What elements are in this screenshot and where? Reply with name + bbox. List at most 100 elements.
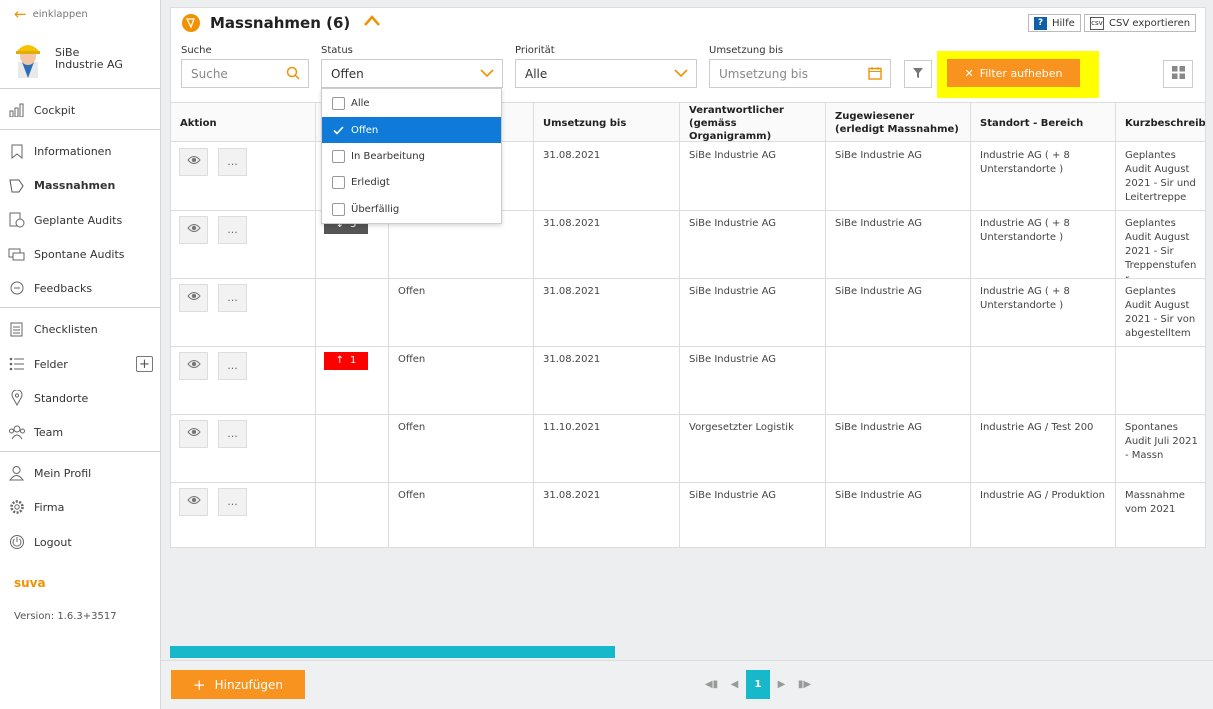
more-button[interactable]: ...: [218, 352, 247, 380]
divider: [0, 451, 160, 452]
status-option-alle[interactable]: Alle: [322, 90, 501, 116]
priority-cell: [316, 279, 389, 346]
feedback-icon: [8, 280, 25, 297]
filter-icon: [912, 67, 924, 82]
eye-icon: [186, 427, 201, 442]
sidebar-item-geplante-audits[interactable]: Geplante Audits: [8, 209, 153, 231]
checkbox[interactable]: [332, 175, 345, 189]
grid-icon: [1171, 66, 1185, 82]
sidebar-item-team[interactable]: Team: [8, 421, 153, 443]
check-icon[interactable]: [332, 125, 345, 135]
grid-view-button[interactable]: [1163, 60, 1193, 88]
sidebar-item-felder[interactable]: Felder +: [8, 353, 153, 375]
view-button[interactable]: [179, 148, 208, 176]
column-header-due[interactable]: Umsetzung bis: [534, 103, 680, 143]
view-button[interactable]: [179, 488, 208, 516]
last-page-icon[interactable]: ▮▶: [793, 670, 816, 699]
column-header-responsible[interactable]: Verantwortlicher (gemäss Organigramm): [680, 103, 826, 143]
user-company: Industrie AG: [55, 58, 123, 71]
column-header-aktion[interactable]: Aktion: [171, 103, 316, 143]
view-button[interactable]: [179, 284, 208, 312]
checkbox[interactable]: [332, 96, 345, 110]
more-button[interactable]: ...: [218, 420, 247, 448]
checkbox[interactable]: [332, 149, 345, 163]
sidebar-item-mein-profil[interactable]: Mein Profil: [8, 462, 153, 484]
location-cell: Industrie AG / Test 200: [971, 415, 1116, 482]
csv-label: CSV exportieren: [1109, 17, 1191, 29]
sidebar-item-massnahmen[interactable]: Massnahmen: [8, 174, 153, 196]
description-cell: Geplantes Audit August 2021 - Sir Treppe…: [1125, 218, 1197, 278]
status-option-erledigt[interactable]: Erledigt: [322, 169, 501, 195]
sidebar-item-feedbacks[interactable]: Feedbacks: [8, 277, 153, 299]
status-option-ueberfaellig[interactable]: Überfällig: [322, 196, 501, 222]
sidebar-item-label: Firma: [34, 500, 65, 514]
next-page-icon[interactable]: ▶: [770, 670, 793, 699]
help-button[interactable]: ? Hilfe: [1028, 14, 1081, 32]
person-icon: [8, 465, 25, 482]
more-button[interactable]: ...: [218, 148, 247, 176]
add-field-icon[interactable]: +: [136, 356, 153, 372]
checkbox[interactable]: [332, 202, 345, 216]
search-icon: [286, 66, 300, 80]
sidebar-item-checklisten[interactable]: Checklisten: [8, 318, 153, 340]
view-button[interactable]: [179, 420, 208, 448]
sidebar-item-label: Felder: [34, 357, 68, 371]
help-label: Hilfe: [1052, 17, 1075, 29]
column-header-location[interactable]: Standort - Bereich: [971, 103, 1116, 143]
sidebar-item-standorte[interactable]: Standorte: [8, 387, 153, 409]
action-cell: ...: [171, 347, 316, 414]
power-icon: [8, 534, 25, 551]
sidebar-item-firma[interactable]: Firma: [8, 496, 153, 518]
chevron-up-icon[interactable]: [362, 12, 382, 30]
filter-button[interactable]: [904, 60, 932, 88]
due-cell: 31.08.2021: [534, 347, 680, 414]
sidebar-item-label: Feedbacks: [34, 281, 93, 295]
status-select[interactable]: Offen: [321, 59, 503, 88]
status-option-offen[interactable]: Offen: [322, 117, 501, 143]
table-row[interactable]: ... ↑ 1 Offen 31.08.2021 SiBe Industrie …: [171, 347, 1205, 415]
sidebar-item-label: Massnahmen: [34, 178, 116, 192]
collapse-button[interactable]: ← einklappen: [14, 7, 88, 22]
status-option-in-bearbeitung[interactable]: In Bearbeitung: [322, 143, 501, 169]
priority-select[interactable]: Alle: [515, 59, 697, 88]
responsible-cell: SiBe Industrie AG: [680, 347, 826, 414]
current-page[interactable]: 1: [746, 670, 770, 699]
column-header-description[interactable]: Kurzbeschreibung: [1116, 103, 1205, 143]
due-label: Umsetzung bis: [709, 45, 784, 56]
prev-page-icon[interactable]: ◀: [723, 670, 746, 699]
first-page-icon[interactable]: ◀▮: [700, 670, 723, 699]
measures-title-icon: [182, 14, 200, 32]
view-button[interactable]: [179, 352, 208, 380]
sidebar-item-spontane-audits[interactable]: Spontane Audits: [8, 243, 153, 265]
add-button[interactable]: + Hinzufügen: [171, 670, 305, 699]
more-button[interactable]: ...: [218, 216, 247, 244]
divider: [0, 307, 160, 308]
calendar-icon[interactable]: [868, 66, 882, 80]
action-cell: ...: [171, 415, 316, 482]
priority-cell: ↑ 1: [316, 347, 389, 414]
search-input[interactable]: Suche: [181, 59, 309, 88]
csv-export-button[interactable]: csv CSV exportieren: [1084, 14, 1197, 32]
more-button[interactable]: ...: [218, 488, 247, 516]
option-label: Alle: [351, 97, 370, 109]
due-cell: 11.10.2021: [534, 415, 680, 482]
eye-icon: [186, 155, 201, 170]
sidebar-item-cockpit[interactable]: Cockpit: [8, 99, 153, 121]
action-cell: ...: [171, 211, 316, 278]
view-button[interactable]: [179, 216, 208, 244]
due-cell: 31.08.2021: [534, 483, 680, 547]
more-button[interactable]: ...: [218, 284, 247, 312]
due-date-input[interactable]: Umsetzung bis: [709, 59, 891, 88]
chart-icon: [8, 102, 25, 119]
location-cell: Industrie AG / Produktion: [971, 483, 1116, 547]
table-row[interactable]: ... Offen 31.08.2021 SiBe Industrie AG S…: [171, 483, 1205, 547]
sidebar-item-logout[interactable]: Logout: [8, 531, 153, 553]
column-header-assigned[interactable]: Zugewiesener (erledigt Massnahme): [826, 103, 971, 143]
horizontal-scrollbar[interactable]: [170, 646, 615, 658]
table-row[interactable]: ... Offen 11.10.2021 Vorgesetzter Logist…: [171, 415, 1205, 483]
location-cell: Industrie AG ( + 8 Unterstandorte ): [971, 279, 1116, 346]
location-cell: Industrie AG ( + 8 Unterstandorte ): [971, 143, 1116, 210]
sidebar-item-informationen[interactable]: Informationen: [8, 140, 153, 162]
table-row[interactable]: ... Offen 31.08.2021 SiBe Industrie AG S…: [171, 279, 1205, 347]
clear-filter-button[interactable]: ✕ Filter aufheben: [947, 59, 1080, 87]
